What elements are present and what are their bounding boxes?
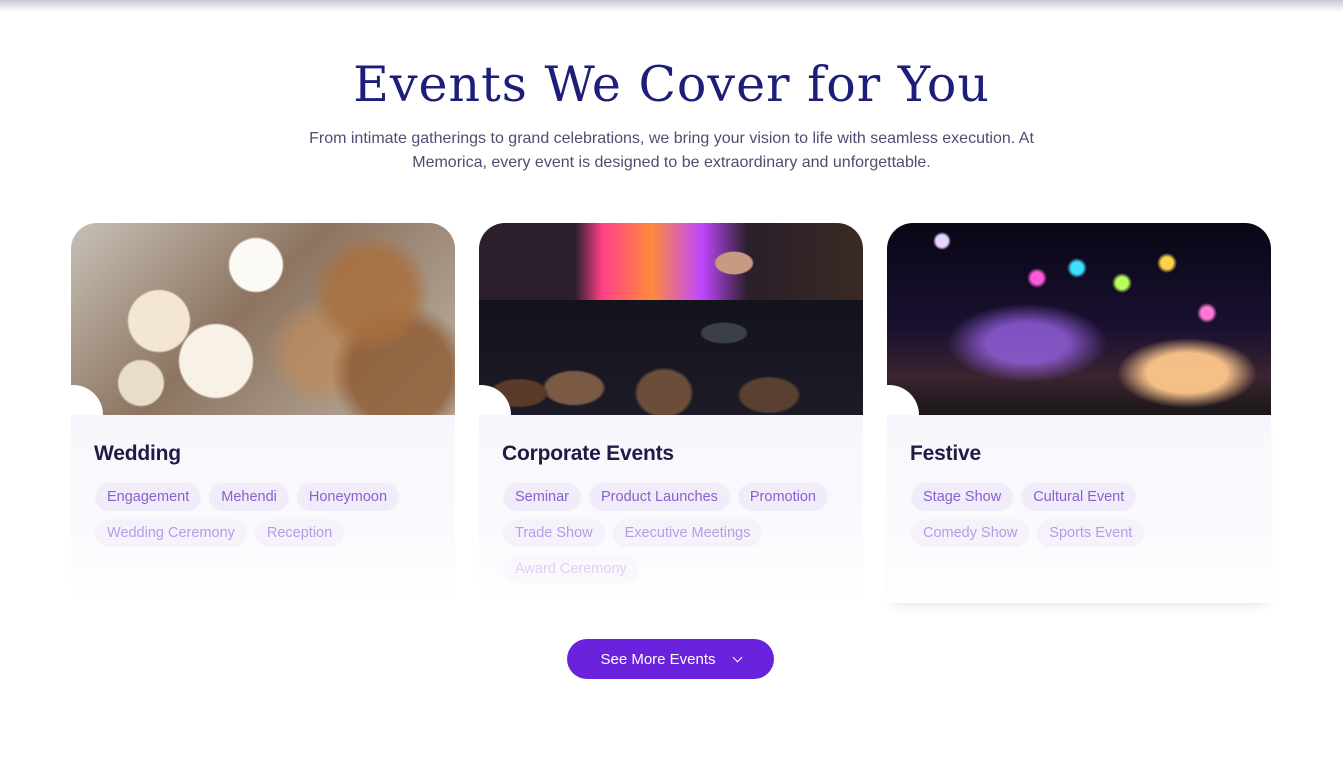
tag[interactable]: Comedy Show [911,519,1030,547]
card-title: Festive [910,442,981,465]
tag[interactable]: Award Ceremony [503,555,639,583]
card-title: Wedding [94,442,181,465]
event-card-corporate[interactable]: Corporate Events Seminar Product Launche… [479,223,863,603]
section-subtitle: From intimate gatherings to grand celebr… [309,130,1034,171]
tag[interactable]: Engagement [95,483,202,511]
tag-list: Engagement Mehendi Honeymoon Wedding Cer… [95,483,435,547]
event-card-festive[interactable]: Festive Stage Show Cultural Event Comedy… [887,223,1271,603]
tag[interactable]: Reception [254,519,345,547]
tag[interactable]: Sports Event [1037,519,1145,547]
tag[interactable]: Wedding Ceremony [95,519,247,547]
festive-image [887,223,1271,415]
wedding-image [71,223,455,415]
tag[interactable]: Mehendi [209,483,289,511]
card-body: Corporate Events Seminar Product Launche… [479,415,863,603]
tag[interactable]: Honeymoon [296,483,400,511]
card-body: Wedding Engagement Mehendi Honeymoon Wed… [71,415,455,603]
section-title: Events We Cover for You [353,56,990,113]
tag[interactable]: Seminar [503,483,581,511]
tag[interactable]: Trade Show [503,519,605,547]
corporate-image [479,223,863,415]
chevron-down-icon [732,652,742,662]
header-shadow [0,0,1343,12]
see-more-label: See More Events [600,650,716,668]
event-card-wedding[interactable]: Wedding Engagement Mehendi Honeymoon Wed… [71,223,455,603]
tag[interactable]: Cultural Event [1021,483,1137,511]
tag[interactable]: Product Launches [589,483,730,511]
see-more-events-button[interactable]: See More Events [567,639,774,679]
tag[interactable]: Stage Show [911,483,1014,511]
tag[interactable]: Executive Meetings [612,519,763,547]
tag-list: Seminar Product Launches Promotion Trade… [503,483,843,583]
card-title: Corporate Events [502,442,674,465]
card-body: Festive Stage Show Cultural Event Comedy… [887,415,1271,603]
tag[interactable]: Promotion [737,483,828,511]
tag-list: Stage Show Cultural Event Comedy Show Sp… [911,483,1251,547]
